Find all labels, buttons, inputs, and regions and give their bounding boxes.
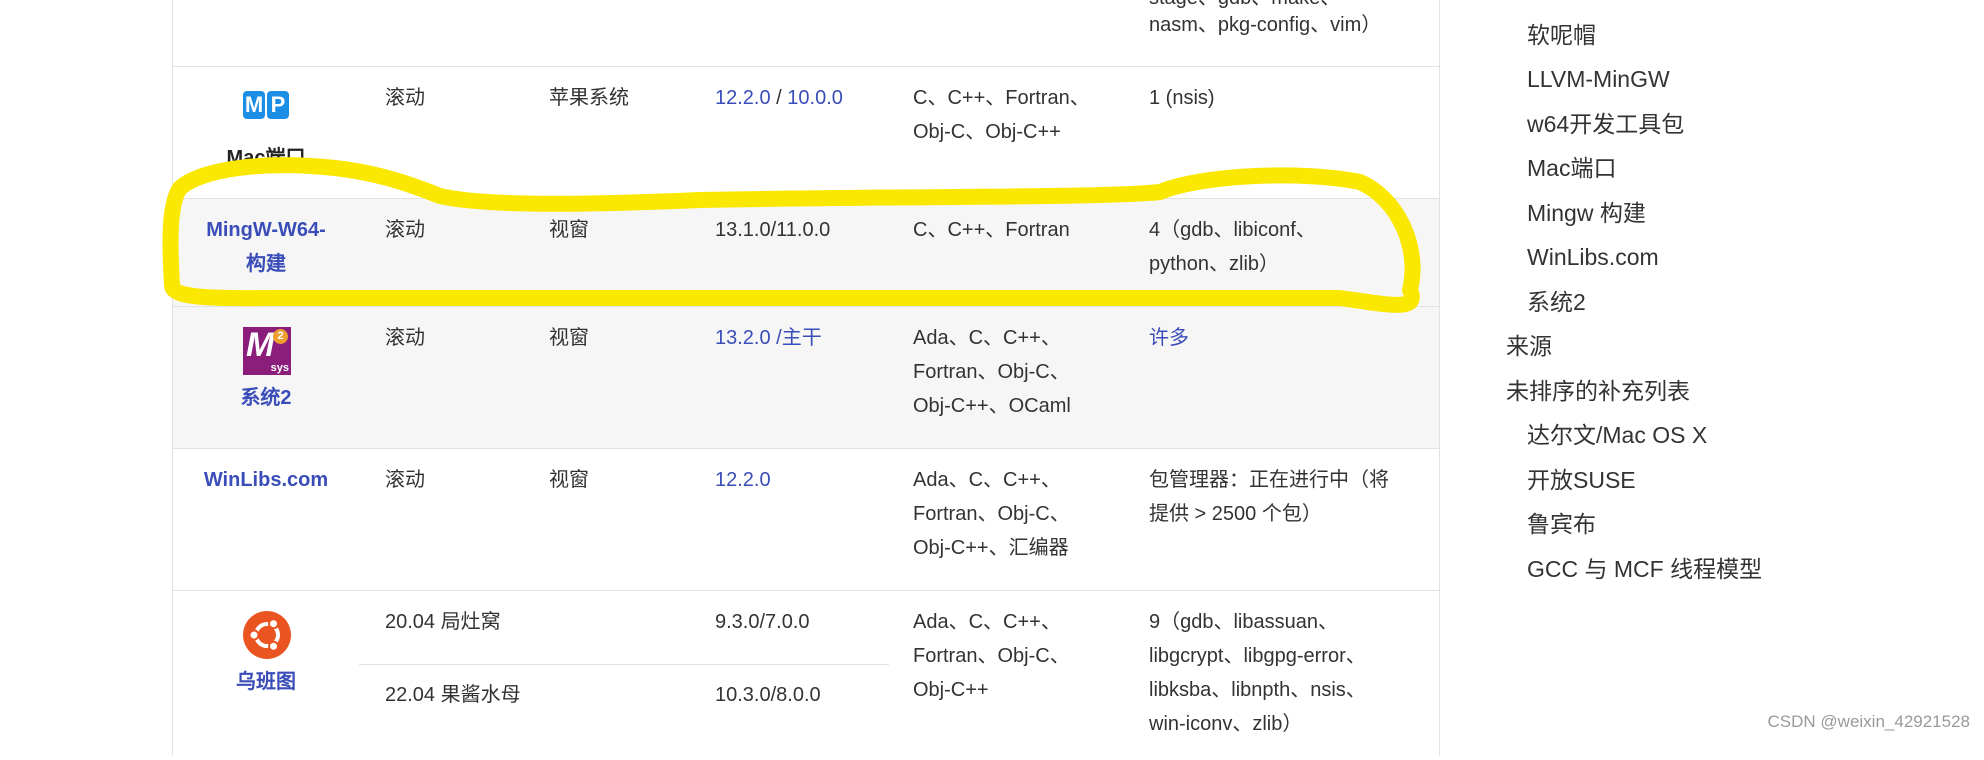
languages-cell-line3: Obj-C++、OCaml	[913, 395, 1071, 417]
toolchain-table: stage、gdb、make、 nasm、pkg-config、vim） M P…	[172, 0, 1440, 756]
msys2-logo-badge: 2	[273, 329, 288, 344]
macports-logo-p: P	[267, 91, 289, 119]
ubuntu-name-link[interactable]: 乌班图	[173, 666, 359, 699]
msys2-logo-letter: M	[246, 326, 275, 364]
gcc-version-link[interactable]: 13.2.0	[715, 327, 771, 349]
languages-cell-line3: Obj-C++	[913, 679, 989, 701]
packages-cell: 包管理器：正在进行中（将	[1149, 469, 1389, 491]
toc-item-opensuse[interactable]: 开放SUSE	[1527, 464, 1636, 496]
toc-item-unsorted-list[interactable]: 未排序的补充列表	[1506, 375, 1690, 407]
languages-cell: Ada、C、C++、	[913, 327, 1061, 349]
table-row-msys2: M sys 2 系统2 滚动 视窗 13.2.0 /主干 Ada、C、C++、 …	[173, 306, 1439, 448]
gcc-version-link[interactable]: 12.2.0	[715, 87, 771, 109]
packages-cell-line3: libksba、libnpth、nsis、	[1149, 679, 1366, 701]
table-row-winlibs: WinLibs.com 滚动 视窗 12.2.0 Ada、C、C++、 Fort…	[173, 448, 1439, 590]
sub-row-divider	[359, 664, 889, 665]
toc-item-partial	[1527, 0, 1533, 18]
table-row-macports: M P Mac端口 滚动 苹果系统 12.2.0 / 10.0.0 C、C++、…	[173, 66, 1439, 198]
table-row: stage、gdb、make、 nasm、pkg-config、vim）	[173, 0, 1439, 66]
packages-cell-line2: libgcrypt、libgpg-error、	[1149, 645, 1366, 667]
mingw-builds-name-link[interactable]: MingW-W64-	[173, 214, 359, 247]
languages-cell-line2: Obj-C、Obj-C++	[913, 121, 1061, 143]
trunk-version-link[interactable]: 主干	[782, 327, 822, 349]
table-row-ubuntu: 乌班图 20.04 局灶窝 9.3.0/7.0.0 22.04 果酱水母 10.…	[173, 590, 1439, 760]
packages-link[interactable]: 许多	[1149, 322, 1189, 355]
languages-cell-line2: Fortran、Obj-C、	[913, 645, 1070, 667]
gcc-version-separator: /	[770, 87, 788, 109]
release-cell: 滚动	[385, 219, 425, 241]
packages-cell: 1 (nsis)	[1149, 87, 1215, 109]
gcc-version-cell: 13.1.0/11.0.0	[715, 219, 831, 241]
macports-logo: M P	[243, 91, 289, 119]
macports-logo-m: M	[243, 91, 265, 119]
toc-item-fedora[interactable]: 软呢帽	[1527, 19, 1596, 51]
gcc-version-cell-b: 10.3.0/8.0.0	[715, 684, 821, 706]
ubuntu-logo	[243, 611, 291, 659]
ubuntu-logo-mark	[248, 618, 280, 652]
release-cell: 滚动	[385, 469, 425, 491]
toc-item-macports[interactable]: Mac端口	[1527, 152, 1616, 184]
gcc-version-separator: /	[770, 327, 782, 349]
release-cell: 20.04 局灶窝	[385, 611, 501, 633]
toc-item-llvm-mingw[interactable]: LLVM-MinGW	[1527, 63, 1670, 95]
gcc-version-link[interactable]: 12.2.0	[715, 464, 771, 497]
release-cell-b: 22.04 果酱水母	[385, 684, 521, 706]
watermark: CSDN @weixin_42921528	[1767, 712, 1970, 731]
msys2-logo-sub: sys	[270, 362, 289, 374]
mingw-builds-name-link-line2[interactable]: 构建	[173, 248, 359, 281]
platform-cell: 视窗	[549, 469, 589, 491]
release-cell: 滚动	[385, 87, 425, 109]
languages-cell: C、C++、Fortran、	[913, 87, 1090, 109]
toc-item-gcc-mcf[interactable]: GCC 与 MCF 线程模型	[1527, 553, 1762, 585]
toc-item-rubenvb[interactable]: 鲁宾布	[1527, 508, 1596, 540]
msys2-name-link[interactable]: 系统2	[173, 382, 359, 415]
release-cell: 滚动	[385, 327, 425, 349]
macports-name-link[interactable]: Mac端口	[173, 142, 359, 175]
toc-item-winlibs[interactable]: WinLibs.com	[1527, 241, 1659, 273]
languages-cell-line2: Fortran、Obj-C、	[913, 361, 1070, 383]
platform-cell: 视窗	[549, 219, 589, 241]
toc-item-darwin[interactable]: 达尔文/Mac OS X	[1527, 419, 1707, 451]
platform-cell: 苹果系统	[549, 87, 629, 109]
packages-cell: 9（gdb、libassuan、	[1149, 611, 1338, 633]
msys2-logo: M sys 2	[243, 326, 291, 375]
packages-cell-line2: python、zlib）	[1149, 253, 1280, 275]
languages-cell: Ada、C、C++、	[913, 611, 1061, 633]
packages-cell: 4（gdb、libiconf、	[1149, 219, 1316, 241]
languages-cell: Ada、C、C++、	[913, 469, 1061, 491]
languages-cell-line3: Obj-C++、汇编器	[913, 537, 1069, 559]
gcc-version-cell: 9.3.0/7.0.0	[715, 611, 810, 633]
packages-cell-line2: 提供 > 2500 个包）	[1149, 503, 1322, 525]
packages-cell-line2: nasm、pkg-config、vim）	[1149, 14, 1382, 36]
languages-cell-line2: Fortran、Obj-C、	[913, 503, 1070, 525]
gcc-version-cell: 13.2.0 /主干	[715, 322, 822, 355]
platform-cell: 视窗	[549, 327, 589, 349]
table-row-mingw-builds: MingW-W64- 构建 滚动 视窗 13.1.0/11.0.0 C、C++、…	[173, 198, 1439, 306]
languages-cell: C、C++、Fortran	[913, 219, 1070, 241]
toc-item-sources[interactable]: 来源	[1506, 330, 1552, 362]
toc-item-mingw-builds[interactable]: Mingw 构建	[1527, 197, 1646, 229]
packages-cell-line4: win-iconv、zlib）	[1149, 713, 1303, 735]
toc-item-msys2[interactable]: 系统2	[1527, 286, 1586, 318]
mingw-version-link[interactable]: 10.0.0	[787, 87, 843, 109]
winlibs-name-link[interactable]: WinLibs.com	[173, 464, 359, 497]
gcc-version-cell: 12.2.0 / 10.0.0	[715, 82, 843, 115]
toc-item-w64devkit[interactable]: w64开发工具包	[1527, 108, 1684, 140]
